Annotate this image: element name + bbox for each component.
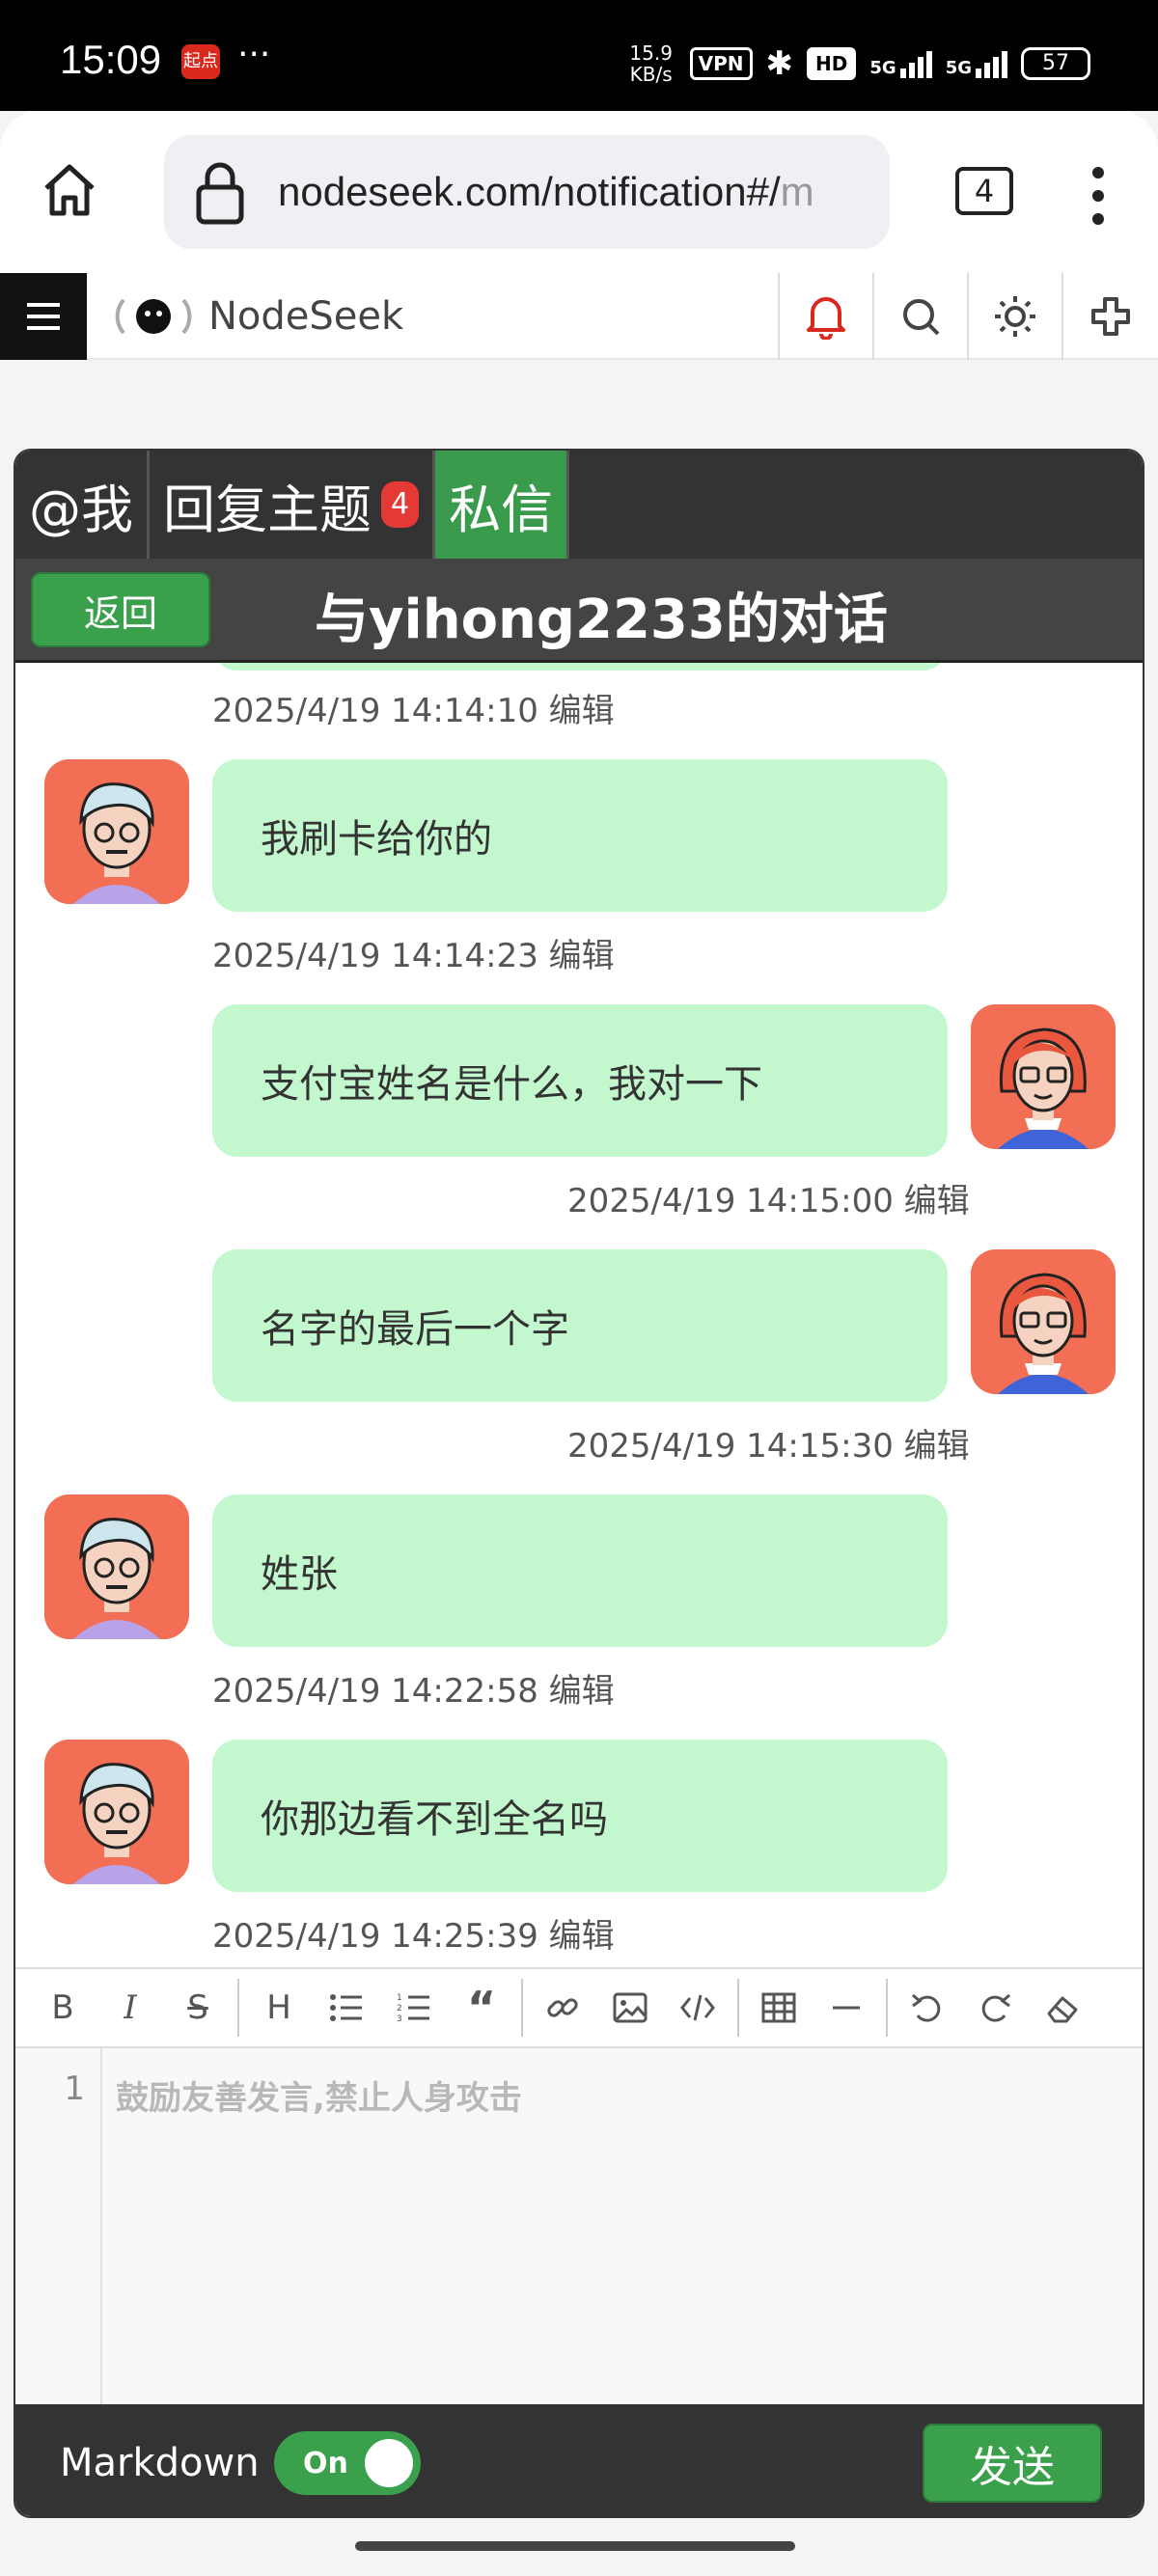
markdown-label: Markdown xyxy=(60,2441,260,2485)
status-indicators: 15.9 KB/s VPN ✱ HD 5G 5G 57 xyxy=(626,42,1090,85)
signal-5g-icon: 5G xyxy=(869,49,932,78)
message-bubble-partial xyxy=(212,663,948,671)
avatar-other-user[interactable] xyxy=(44,1740,189,1884)
message-bubble: 你那边看不到全名吗 xyxy=(212,1740,948,1892)
message-meta: 2025/4/19 14:14:10 编辑 xyxy=(212,692,615,730)
undo-icon[interactable] xyxy=(894,1967,961,2048)
message-list[interactable]: 2025/4/19 14:14:10 编辑 我刷卡给你的 2025/4/19 1… xyxy=(15,663,1143,1967)
edit-link[interactable]: 编辑 xyxy=(549,937,615,975)
theme-toggle-sun-icon[interactable] xyxy=(967,273,1062,360)
edit-link[interactable]: 编辑 xyxy=(904,1182,970,1220)
toolbar-divider xyxy=(237,1979,239,2037)
message-meta: 2025/4/19 14:25:39 编辑 xyxy=(212,1917,615,1956)
hamburger-menu-icon[interactable] xyxy=(0,273,87,360)
eraser-icon[interactable] xyxy=(1029,1967,1096,2048)
code-icon[interactable] xyxy=(664,1967,731,2048)
home-icon[interactable] xyxy=(39,159,100,221)
tab-private-messages[interactable]: 私信 xyxy=(435,451,570,559)
edit-link[interactable]: 编辑 xyxy=(549,1672,615,1711)
signal-5g-icon-2: 5G xyxy=(946,49,1007,78)
more-menu-icon[interactable] xyxy=(1090,165,1106,227)
qidian-app-icon: 起点 xyxy=(181,44,220,79)
status-time: 15:09 xyxy=(60,37,162,82)
avatar-self[interactable] xyxy=(971,1004,1116,1149)
conversation-header: 返回 与yihong2233的对话 xyxy=(15,559,1143,663)
notification-tabs: @我 回复主题 4 私信 xyxy=(15,451,1143,559)
editor-footer: Markdown On 发送 xyxy=(15,2404,1143,2516)
line-number-gutter: 1 xyxy=(15,2048,102,2404)
image-icon[interactable] xyxy=(596,1967,664,2048)
markdown-toggle[interactable]: On xyxy=(274,2431,421,2495)
browser-toolbar: nodeseek.com/notification#/m 4 xyxy=(0,111,1158,273)
send-button[interactable]: 发送 xyxy=(923,2424,1102,2503)
gesture-home-bar[interactable] xyxy=(355,2541,795,2551)
link-icon[interactable] xyxy=(529,1967,596,2048)
battery-icon: 57 xyxy=(1021,47,1090,80)
edit-link[interactable]: 编辑 xyxy=(549,1917,615,1956)
status-bar: 15:09 起点 ··· 15.9 KB/s VPN ✱ HD 5G 5G 57 xyxy=(0,0,1158,111)
url-text: nodeseek.com/notification#/m xyxy=(278,169,814,214)
bold-button[interactable]: B xyxy=(29,1967,96,2048)
vpn-icon: VPN xyxy=(689,47,753,80)
tab-switcher-button[interactable]: 4 xyxy=(955,167,1013,215)
bluetooth-icon: ✱ xyxy=(765,44,794,83)
nodeseek-logo-icon xyxy=(115,298,192,335)
address-bar[interactable]: nodeseek.com/notification#/m xyxy=(164,135,890,249)
status-more-icon: ··· xyxy=(237,35,271,74)
svg-text:2: 2 xyxy=(397,2004,402,2014)
quote-button[interactable]: “ xyxy=(448,1967,515,2048)
notification-bell-icon[interactable] xyxy=(778,273,872,360)
notification-panel: @我 回复主题 4 私信 返回 与yihong2233的对话 2025/4/19 … xyxy=(14,449,1144,2518)
message-bubble: 我刷卡给你的 xyxy=(212,759,948,912)
site-name: NodeSeek xyxy=(208,294,404,339)
toolbar-divider xyxy=(521,1979,523,2037)
hd-icon: HD xyxy=(807,47,857,80)
lock-icon xyxy=(196,162,244,225)
heading-button[interactable]: H xyxy=(245,1967,313,2048)
message-meta: 2025/4/19 14:15:30 编辑 xyxy=(567,1427,970,1466)
editor-toolbar: B I S H 123 “ xyxy=(15,1967,1143,2048)
avatar-self[interactable] xyxy=(971,1249,1116,1394)
edit-link[interactable]: 编辑 xyxy=(904,1427,970,1466)
toolbar-divider xyxy=(886,1979,888,2037)
bullet-list-icon[interactable] xyxy=(313,1967,380,2048)
unread-badge: 4 xyxy=(381,481,420,528)
avatar-other-user[interactable] xyxy=(44,759,189,904)
message-bubble: 名字的最后一个字 xyxy=(212,1249,948,1402)
tab-mentions[interactable]: @我 xyxy=(15,451,150,559)
strikethrough-button[interactable]: S xyxy=(164,1967,232,2048)
message-meta: 2025/4/19 14:22:58 编辑 xyxy=(212,1672,615,1711)
site-logo[interactable]: NodeSeek xyxy=(112,292,403,341)
message-meta: 2025/4/19 14:14:23 编辑 xyxy=(212,937,615,975)
table-icon[interactable] xyxy=(745,1967,813,2048)
conversation-title: 与yihong2233的对话 xyxy=(315,589,888,651)
avatar-other-user[interactable] xyxy=(44,1494,189,1639)
toggle-knob xyxy=(365,2439,413,2487)
search-icon[interactable] xyxy=(872,273,967,360)
site-header: NodeSeek xyxy=(0,273,1158,360)
message-bubble: 支付宝姓名是什么，我对一下 xyxy=(212,1004,948,1157)
italic-button[interactable]: I xyxy=(96,1967,164,2048)
net-speed: 15.9 KB/s xyxy=(629,41,673,86)
message-editor[interactable]: 1 鼓励友善发言,禁止人身攻击 xyxy=(15,2048,1143,2404)
message-bubble: 姓张 xyxy=(212,1494,948,1647)
horizontal-rule-icon[interactable] xyxy=(813,1967,880,2048)
message-meta: 2025/4/19 14:15:00 编辑 xyxy=(567,1182,970,1220)
toolbar-divider xyxy=(737,1979,739,2037)
editor-placeholder: 鼓励友善发言,禁止人身攻击 xyxy=(116,2079,522,2118)
new-post-plus-icon[interactable] xyxy=(1062,273,1158,360)
back-button[interactable]: 返回 xyxy=(31,572,210,647)
tab-replies[interactable]: 回复主题 4 xyxy=(150,451,436,559)
edit-link[interactable]: 编辑 xyxy=(549,692,615,730)
svg-text:1: 1 xyxy=(397,1993,402,2003)
redo-icon[interactable] xyxy=(961,1967,1029,2048)
numbered-list-icon[interactable]: 123 xyxy=(380,1967,448,2048)
svg-text:3: 3 xyxy=(397,2014,402,2023)
